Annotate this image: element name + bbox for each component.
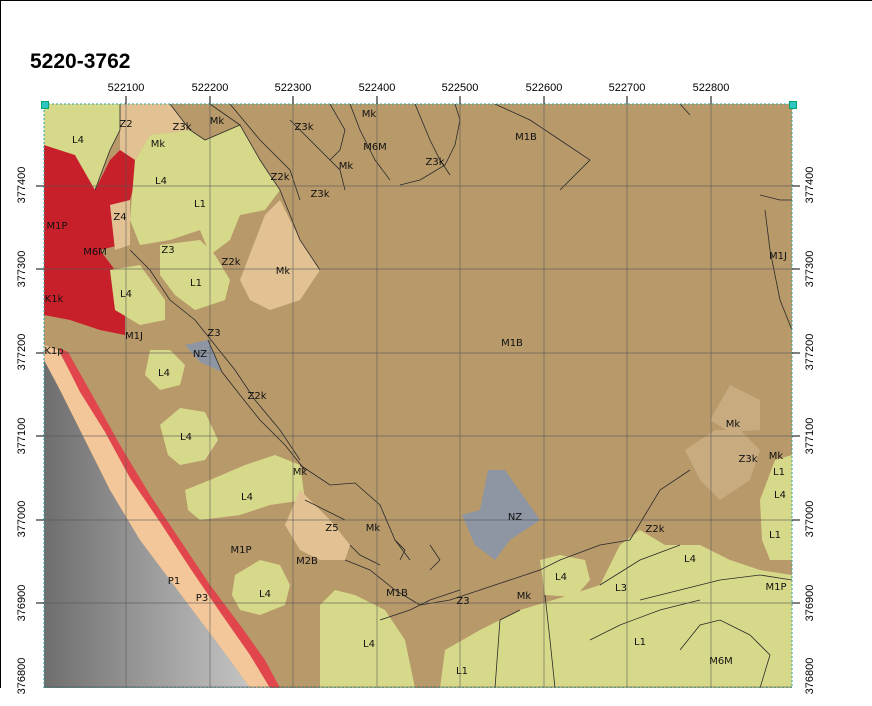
- polygon-label: Mk: [769, 451, 784, 462]
- polygon-label: K1p: [44, 346, 63, 357]
- polygon-label: Mk: [366, 523, 381, 534]
- polygon-label: L4: [120, 289, 132, 300]
- polygon-label: Mk: [276, 266, 291, 277]
- polygon-label: Z3: [207, 328, 220, 339]
- polygon-label: M1B: [515, 132, 537, 143]
- polygon-label: K1k: [45, 294, 64, 305]
- polygon-label: Mk: [517, 591, 532, 602]
- polygon-label: L4: [241, 492, 253, 503]
- polygon-label: Mk: [293, 467, 308, 478]
- polygon-label: L4: [555, 572, 567, 583]
- polygon-label: L1: [769, 530, 781, 541]
- frame-corner-handle[interactable]: [789, 101, 797, 109]
- polygon-label: Z4: [113, 212, 126, 223]
- polygon-label: Z2k: [221, 257, 240, 268]
- polygon-label: Z2k: [645, 524, 664, 535]
- frame-corner-handle[interactable]: [41, 101, 49, 109]
- polygon-label: Z2k: [247, 391, 266, 402]
- polygon-label: Z3: [456, 596, 469, 607]
- polygon-label: L1: [773, 467, 785, 478]
- polygon-label: M2B: [296, 556, 318, 567]
- polygon-label: M6M: [363, 142, 387, 153]
- polygon-label: Mk: [210, 116, 225, 127]
- polygon-label: NZ: [193, 349, 207, 360]
- polygon-label: NZ: [508, 512, 522, 523]
- polygon-label: L1: [634, 637, 646, 648]
- polygon-label: P3: [196, 593, 208, 604]
- polygon-label: Mk: [362, 109, 377, 120]
- polygon-label: M1B: [501, 338, 523, 349]
- polygon-label: L4: [155, 176, 167, 187]
- polygon-label: Z3k: [738, 454, 757, 465]
- polygon-label: Z3: [161, 245, 174, 256]
- polygon-label: L4: [774, 490, 786, 501]
- polygon-label: L1: [194, 199, 206, 210]
- polygon-label: Mk: [151, 139, 166, 150]
- polygon-label: Z2: [119, 119, 132, 130]
- polygon-label: Z3k: [294, 122, 313, 133]
- polygon-label: L4: [684, 554, 696, 565]
- polygon-label: Z3k: [425, 157, 444, 168]
- polygon-label: L1: [456, 666, 468, 677]
- polygon-label: M1P: [765, 582, 786, 593]
- polygon-label: L4: [180, 432, 192, 443]
- polygon-label: M6M: [709, 656, 733, 667]
- polygon-label: L4: [158, 368, 170, 379]
- polygon-label: M1P: [46, 221, 67, 232]
- polygon-label: Z5: [325, 523, 338, 534]
- polygon-label: Mk: [726, 419, 741, 430]
- geological-map[interactable]: L4 Z2 Z3k Mk Z3k Mk M6M M1B Mk Z3k L4 Z2…: [0, 0, 872, 688]
- polygon-label: L1: [190, 278, 202, 289]
- polygon-label: L4: [72, 135, 84, 146]
- polygon-label: P1: [168, 576, 180, 587]
- polygon-label: M1P: [230, 545, 251, 556]
- polygon-label: Z3k: [310, 189, 329, 200]
- polygon-label: M6M: [83, 247, 107, 258]
- polygon-label: M1B: [386, 588, 408, 599]
- polygon-label: Z3k: [172, 122, 191, 133]
- polygon-label: Z2k: [270, 172, 289, 183]
- polygon-label: M1J: [769, 251, 787, 262]
- polygon-label: L4: [363, 639, 375, 650]
- polygon-label: M1J: [125, 331, 143, 342]
- polygon-label: L4: [259, 589, 271, 600]
- polygon-label: Mk: [339, 161, 354, 172]
- polygon-label: L3: [615, 583, 627, 594]
